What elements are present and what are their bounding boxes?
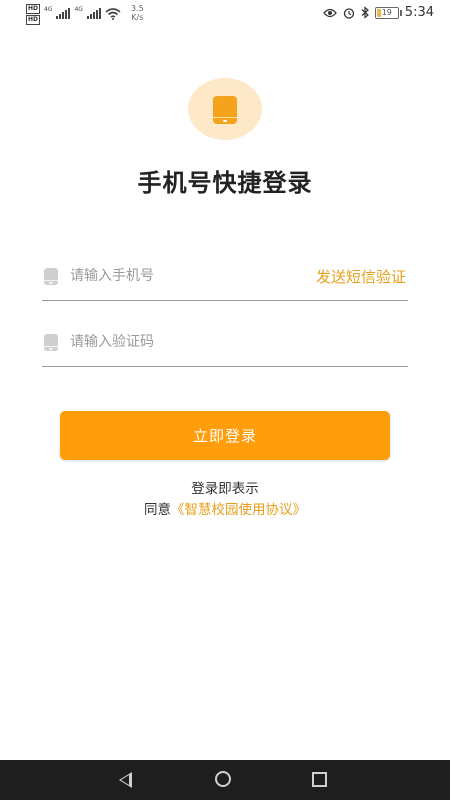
- status-bar: HD HD 4G 4G 3.5 K/s 19 5:34: [0, 0, 450, 26]
- navigation-bar: [0, 760, 450, 800]
- network-speed: 3.5 K/s: [131, 4, 144, 22]
- phone-input[interactable]: [70, 264, 290, 288]
- status-left: HD HD 4G 4G 3.5 K/s: [26, 4, 144, 25]
- hd-badge: HD: [26, 15, 41, 25]
- send-code-button[interactable]: 发送短信验证: [316, 266, 406, 287]
- signal-icon: [56, 7, 71, 19]
- terms-agreement: 同意《智慧校园使用协议》: [0, 498, 450, 518]
- phone-icon: [213, 96, 237, 124]
- hd-badge: HD: [26, 4, 41, 14]
- eye-icon: [322, 8, 337, 17]
- battery-icon: 19: [374, 6, 402, 19]
- battery-fill: [376, 8, 381, 17]
- clock: 5:34: [404, 5, 434, 20]
- network-type: 4G: [44, 6, 53, 13]
- phone-field-row: 发送短信验证: [42, 250, 408, 301]
- code-field-row: [42, 316, 408, 367]
- terms-link[interactable]: 《智慧校园使用协议》: [171, 502, 306, 518]
- status-right: 19 5:34: [322, 5, 434, 20]
- recents-icon[interactable]: [312, 772, 327, 787]
- phone-field-icon: [44, 268, 58, 285]
- signal-icon: [86, 7, 101, 19]
- terms-notice: 登录即表示: [191, 481, 259, 497]
- hd-badges: HD HD: [26, 4, 41, 25]
- terms-prefix: 同意: [144, 502, 171, 518]
- speed-value: 3.5: [130, 4, 144, 13]
- back-icon[interactable]: [119, 772, 132, 788]
- verification-code-input[interactable]: [70, 330, 290, 354]
- home-icon[interactable]: [215, 771, 231, 787]
- code-field-icon: [44, 334, 58, 351]
- page-title: 手机号快捷登录: [137, 169, 313, 197]
- network-type: 4G: [74, 6, 83, 13]
- alarm-icon: [343, 7, 354, 19]
- wifi-icon: [105, 8, 121, 20]
- speed-unit: K/s: [131, 13, 144, 22]
- bluetooth-icon: [361, 6, 369, 19]
- login-button[interactable]: 立即登录: [60, 411, 390, 460]
- battery-level: 19: [381, 8, 392, 17]
